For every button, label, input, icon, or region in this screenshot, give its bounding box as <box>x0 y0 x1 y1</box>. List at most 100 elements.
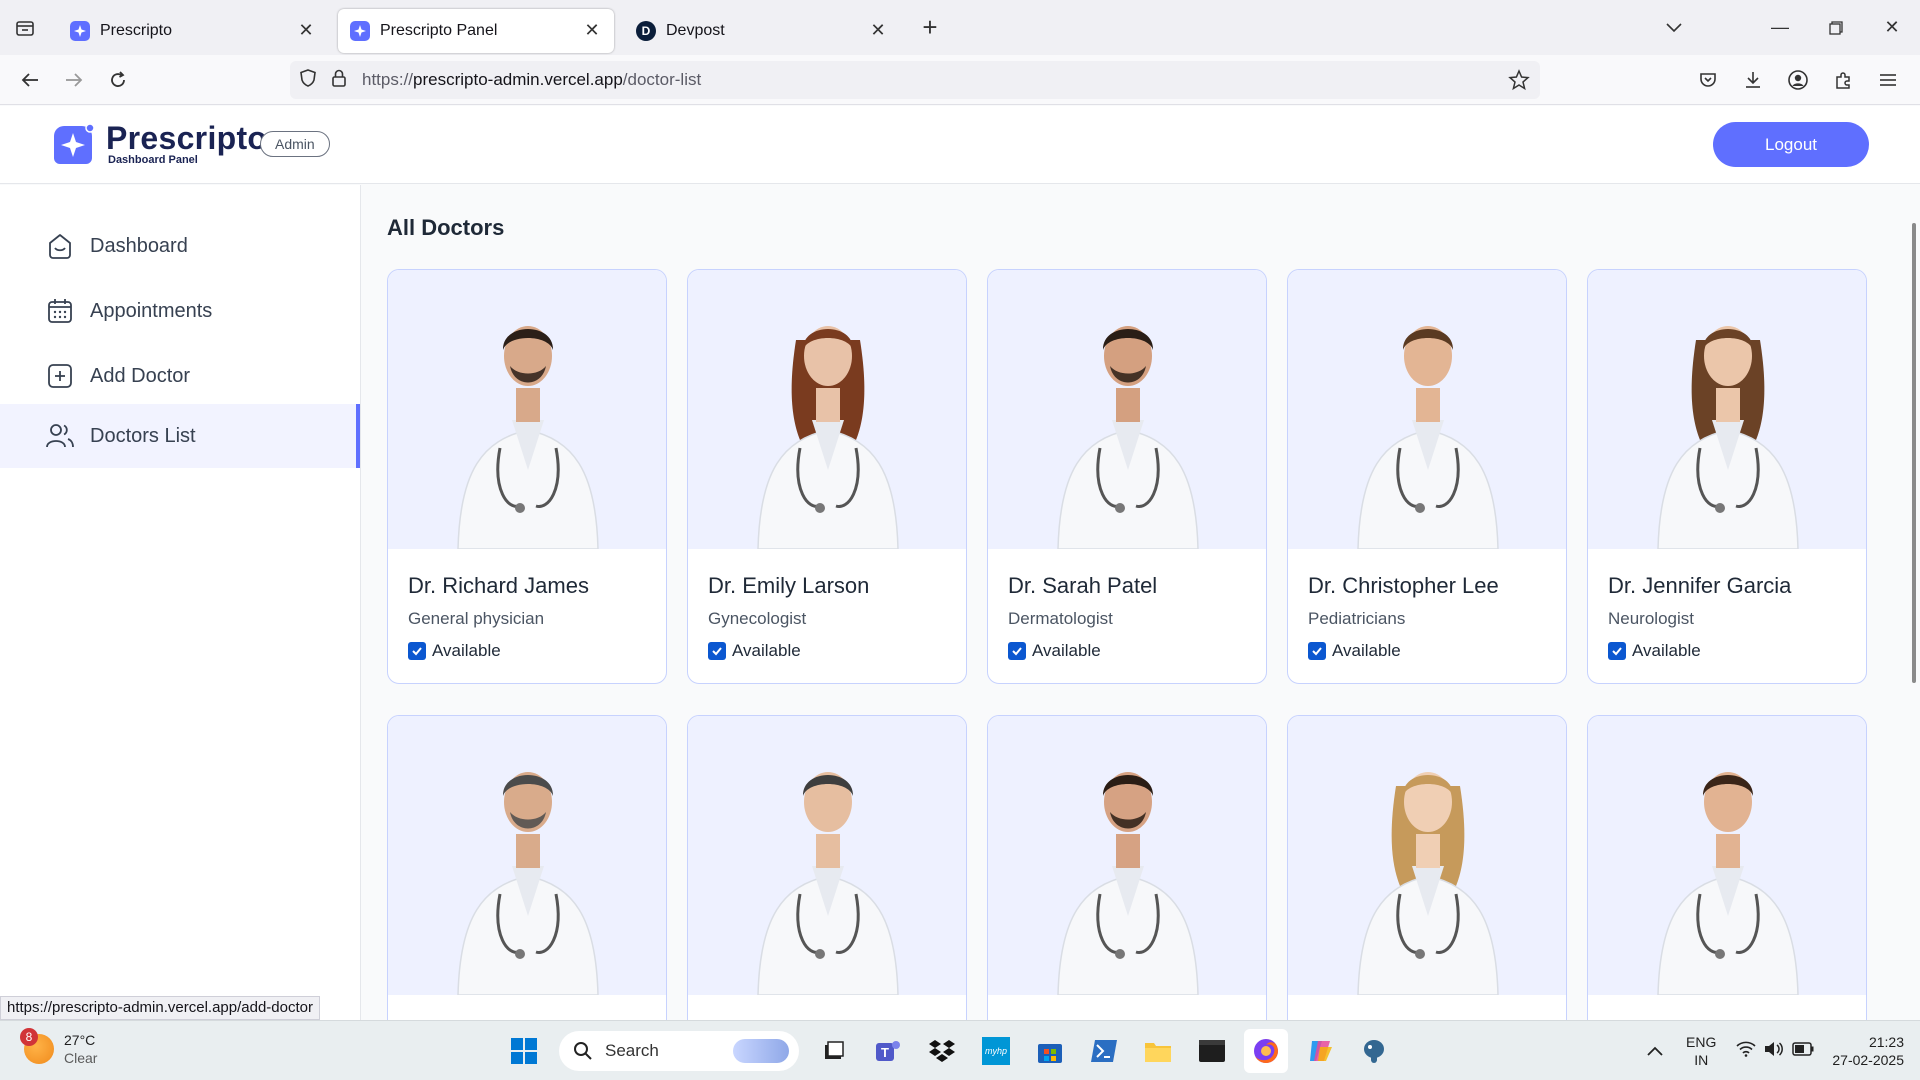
lock-icon[interactable] <box>330 68 348 93</box>
doctor-name: Dr. Jennifer Garcia <box>1608 573 1792 598</box>
menu-icon[interactable] <box>1865 58 1910 102</box>
terminal-icon[interactable] <box>1190 1029 1234 1073</box>
windows-taskbar: 8 27°C Clear Search T myhp ENG IN 21:23 … <box>0 1020 1920 1080</box>
doctor-card[interactable] <box>987 715 1267 1020</box>
clock-date: 27-02-2025 <box>1832 1052 1904 1068</box>
availability-toggle[interactable]: Available <box>1008 641 1246 661</box>
tracking-shield-icon[interactable] <box>298 68 318 93</box>
availability-label: Available <box>1332 641 1401 660</box>
minimize-icon[interactable]: — <box>1752 0 1808 55</box>
extensions-icon[interactable] <box>1820 58 1865 102</box>
role-badge: Admin <box>260 131 330 157</box>
doctor-card[interactable]: Dr. Emily Larson Gynecologist Available <box>687 269 967 684</box>
close-icon[interactable]: ✕ <box>582 20 602 41</box>
sidebar-item-label: Doctors List <box>90 424 196 447</box>
weather-temperature: 27°C <box>64 1032 96 1048</box>
wifi-icon[interactable] <box>1736 1041 1756 1062</box>
sidebar: Dashboard Appointments Add Doctor Doctor… <box>0 185 361 1020</box>
url-host: prescripto-admin.vercel.app <box>413 70 623 89</box>
downloads-icon[interactable] <box>1730 58 1775 102</box>
tab-list-icon[interactable] <box>0 0 50 55</box>
prescripto-logo-icon <box>54 123 95 164</box>
copilot-icon[interactable] <box>1298 1029 1342 1073</box>
file-explorer-icon[interactable] <box>1136 1029 1180 1073</box>
checkbox-checked-icon[interactable] <box>708 642 726 660</box>
volume-icon[interactable] <box>1764 1041 1784 1062</box>
task-view-icon[interactable] <box>812 1029 856 1073</box>
sidebar-item-doctors-list[interactable]: Doctors List <box>0 404 360 468</box>
weather-widget[interactable]: 8 27°C Clear <box>20 1028 97 1067</box>
doctor-card[interactable] <box>1287 715 1567 1020</box>
back-icon[interactable] <box>8 58 52 102</box>
url-text[interactable]: https://prescripto-admin.vercel.app/doct… <box>362 70 701 90</box>
chevron-up-icon[interactable] <box>1640 1046 1670 1056</box>
close-icon[interactable]: ✕ <box>296 20 316 41</box>
windows-start-icon[interactable] <box>502 1029 546 1073</box>
sidebar-item-dashboard[interactable]: Dashboard <box>0 214 360 278</box>
doctor-card[interactable]: Dr. Richard James General physician Avai… <box>387 269 667 684</box>
browser-tab-devpost[interactable]: D Devpost ✕ <box>624 9 900 53</box>
availability-toggle[interactable]: Available <box>408 641 646 661</box>
firefox-icon[interactable] <box>1244 1029 1288 1073</box>
system-tray: ENG IN 21:23 27-02-2025 <box>1640 1021 1904 1080</box>
url-bar[interactable]: https://prescripto-admin.vercel.app/doct… <box>290 61 1540 99</box>
doctor-speciality: Neurologist <box>1608 609 1694 628</box>
doctor-speciality: Gynecologist <box>708 609 807 628</box>
account-icon[interactable] <box>1775 58 1820 102</box>
sidebar-item-add-doctor[interactable]: Add Doctor <box>0 344 360 408</box>
doctor-card[interactable]: Dr. Jennifer Garcia Neurologist Availabl… <box>1587 269 1867 684</box>
taskbar-search[interactable]: Search <box>559 1031 799 1071</box>
availability-toggle[interactable]: Available <box>708 641 946 661</box>
tab-overflow-icon[interactable] <box>1646 0 1702 55</box>
window-controls: — ✕ <box>1646 0 1920 55</box>
doctor-photo <box>1288 716 1566 995</box>
reload-icon[interactable] <box>96 58 140 102</box>
checkbox-checked-icon[interactable] <box>1008 642 1026 660</box>
url-scheme: https:// <box>362 70 414 89</box>
teams-icon[interactable]: T <box>866 1029 910 1073</box>
browser-nav-bar: https://prescripto-admin.vercel.app/doct… <box>0 55 1920 105</box>
forward-icon[interactable] <box>52 58 96 102</box>
search-highlight-icon <box>733 1039 789 1063</box>
home-icon <box>44 230 76 262</box>
battery-icon[interactable] <box>1792 1041 1814 1061</box>
brand-logo[interactable]: Prescripto Dashboard Panel <box>50 122 267 168</box>
pocket-icon[interactable] <box>1685 58 1730 102</box>
powershell-icon[interactable] <box>1082 1029 1126 1073</box>
close-icon[interactable]: ✕ <box>868 20 888 41</box>
bookmark-star-icon[interactable] <box>1508 69 1530 96</box>
region-code: IN <box>1694 1052 1709 1068</box>
devpost-favicon: D <box>636 20 656 41</box>
close-window-icon[interactable]: ✕ <box>1864 0 1920 55</box>
checkbox-checked-icon[interactable] <box>1308 642 1326 660</box>
browser-tab-prescripto-panel[interactable]: Prescripto Panel ✕ <box>338 8 614 53</box>
doctor-speciality: Pediatricians <box>1308 609 1406 628</box>
myhp-icon[interactable]: myhp <box>974 1029 1018 1073</box>
availability-toggle[interactable]: Available <box>1608 641 1846 661</box>
store-icon[interactable] <box>1028 1029 1072 1073</box>
dropbox-icon[interactable] <box>920 1029 964 1073</box>
restore-icon[interactable] <box>1808 0 1864 55</box>
doctor-card[interactable] <box>687 715 967 1020</box>
doctor-name: Dr. Christopher Lee <box>1308 573 1499 598</box>
doctor-card[interactable] <box>387 715 667 1020</box>
availability-toggle[interactable]: Available <box>1308 641 1546 661</box>
doctor-card[interactable] <box>1587 715 1867 1020</box>
doctor-name: Dr. Sarah Patel <box>1008 573 1158 598</box>
checkbox-checked-icon[interactable] <box>1608 642 1626 660</box>
browser-tab-prescripto[interactable]: Prescripto ✕ <box>58 9 328 53</box>
postgres-icon[interactable] <box>1352 1029 1396 1073</box>
doctor-card[interactable]: Dr. Sarah Patel Dermatologist Available <box>987 269 1267 684</box>
doctor-name: Dr. Richard James <box>408 573 589 598</box>
availability-label: Available <box>1632 641 1701 660</box>
logout-button[interactable]: Logout <box>1713 122 1869 167</box>
checkbox-checked-icon[interactable] <box>408 642 426 660</box>
doctor-speciality: General physician <box>408 609 545 628</box>
language-indicator[interactable]: ENG IN <box>1686 1033 1716 1069</box>
availability-label: Available <box>432 641 501 660</box>
sidebar-item-appointments[interactable]: Appointments <box>0 279 360 343</box>
scrollbar[interactable] <box>1912 223 1916 683</box>
new-tab-icon[interactable]: + <box>910 8 950 48</box>
doctor-card[interactable]: Dr. Christopher Lee Pediatricians Availa… <box>1287 269 1567 684</box>
system-clock[interactable]: 21:23 27-02-2025 <box>1832 1033 1904 1069</box>
